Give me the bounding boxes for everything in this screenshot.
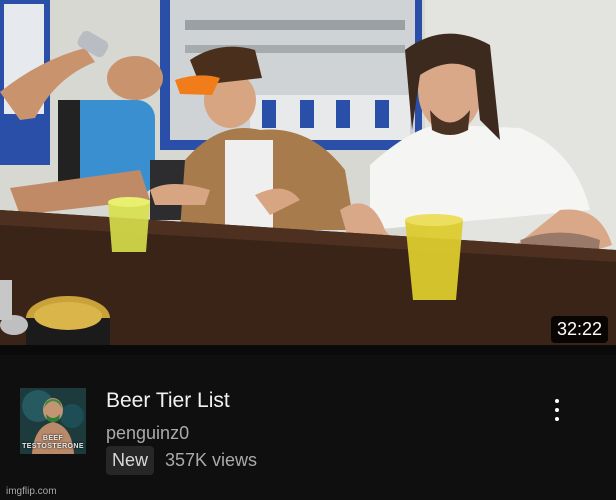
new-badge: New [106,446,155,475]
avatar-label: BEEF TESTOSTERONE [20,435,86,451]
video-metadata: BEEF TESTOSTERONE Beer Tier List penguin… [0,355,616,500]
menu-dot [555,399,559,403]
channel-name[interactable]: penguinz0 [106,423,189,444]
watermark: imgflip.com [6,486,57,497]
menu-dot [555,408,559,412]
video-thumbnail[interactable]: 32:22 [0,0,616,345]
avatar-label-line1: BEEF [42,435,64,442]
channel-avatar[interactable]: BEEF TESTOSTERONE [20,388,86,454]
view-count: 357K views [165,450,258,470]
avatar-label-line2: TESTOSTERONE [22,443,84,450]
thumbnail-image [0,0,616,345]
divider [0,345,616,355]
video-title[interactable]: Beer Tier List [106,389,230,413]
more-vert-icon[interactable] [545,399,569,429]
duration-badge: 32:22 [550,316,608,343]
menu-dot [555,417,559,421]
